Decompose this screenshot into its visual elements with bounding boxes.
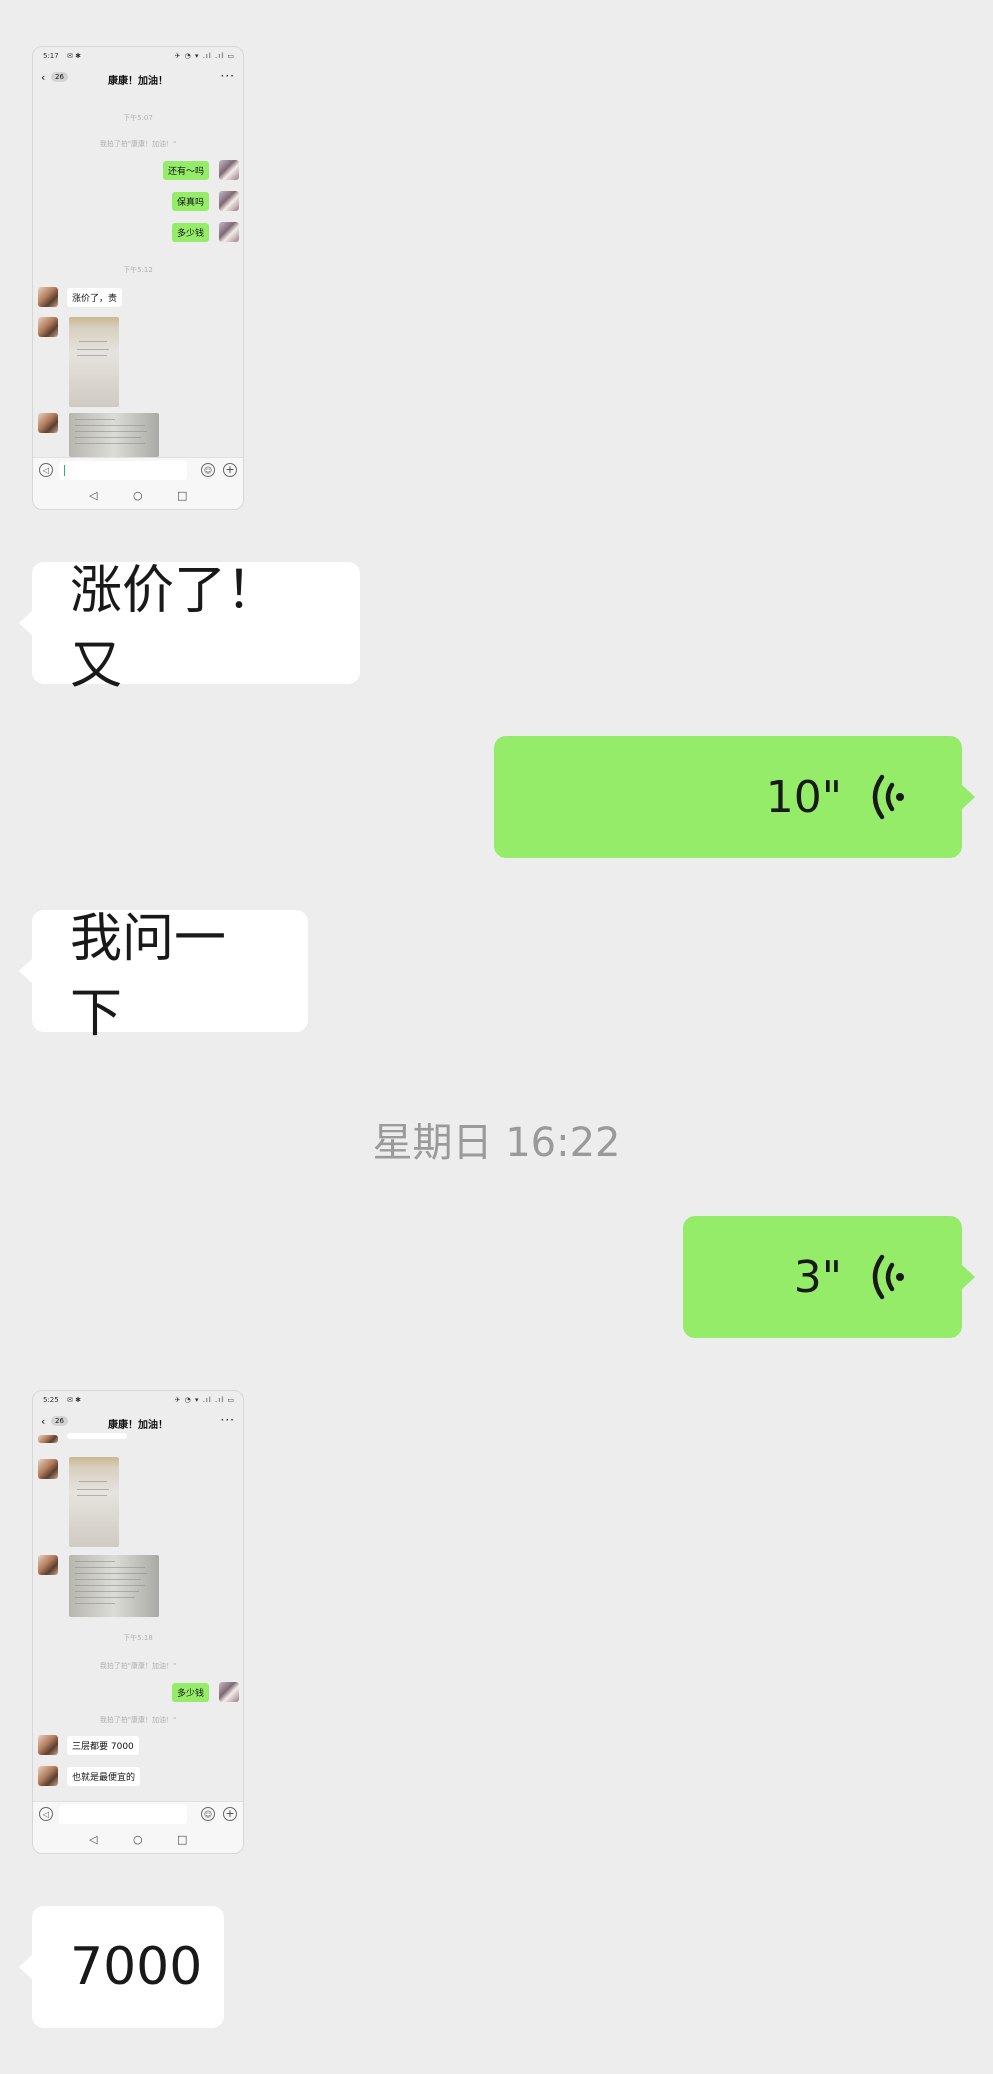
android-nav-bar: ◁ ○ □	[33, 483, 243, 509]
chat-title: 康康！加油！	[108, 76, 168, 87]
avatar	[38, 317, 58, 337]
status-right-icons: ✈ ◔ ▾ .ıl .ıl ▭	[174, 52, 235, 60]
message-text: 我问一下	[70, 909, 227, 1044]
voice-input-icon[interactable]: ◁	[39, 1807, 53, 1821]
photo-thumbnail	[69, 317, 119, 407]
document-photo-thumbnail	[69, 413, 159, 457]
avatar	[219, 160, 239, 180]
more-icon: ···	[220, 69, 235, 83]
avatar	[38, 1435, 58, 1443]
received-text-message[interactable]: 7000	[19, 1906, 224, 2028]
avatar	[219, 1682, 239, 1702]
sent-message: 保真吗	[171, 192, 209, 211]
nav-recents-icon[interactable]: □	[177, 489, 187, 502]
nav-recents-icon[interactable]: □	[177, 1833, 187, 1846]
sent-voice-message[interactable]: 10"	[494, 736, 975, 858]
sent-message: 还有～吗	[162, 161, 209, 180]
status-left-icons: ✉ ✱	[67, 1396, 81, 1404]
status-bar: 5:25 ✉ ✱ ✈ ◔ ▾ .ıl .ıl ▭	[33, 1391, 243, 1407]
voice-duration: 3"	[793, 1251, 842, 1303]
sent-voice-message[interactable]: 3"	[683, 1216, 975, 1338]
nav-back-icon[interactable]: ◁	[89, 489, 97, 502]
android-nav-bar: ◁ ○ □	[33, 1827, 243, 1853]
avatar	[38, 287, 58, 307]
input-bar: ◁ ☺ +	[33, 457, 243, 484]
voice-input-icon[interactable]: ◁	[39, 463, 53, 477]
avatar	[38, 1459, 58, 1479]
nav-home-icon[interactable]: ○	[133, 489, 143, 502]
time-label: 下午5:07	[123, 114, 153, 122]
pat-notice: 我拍了拍"康康！加油！"	[99, 1662, 177, 1670]
chat-screenshot-image-2[interactable]: 5:25 ✉ ✱ ✈ ◔ ▾ .ıl .ıl ▭ ‹ 26 康康！加油！ ···…	[32, 1390, 244, 1854]
sent-message: 多少钱	[171, 223, 209, 242]
plus-icon[interactable]: +	[223, 1807, 237, 1821]
received-message-cut-off	[67, 1433, 127, 1439]
more-icon: ···	[220, 1413, 235, 1427]
chat-header: ‹ 26 康康！加油！ ···	[33, 63, 243, 93]
status-time: 5:17	[43, 52, 59, 60]
message-text: 7000	[70, 1937, 203, 1997]
status-left-icons: ✉ ✱	[67, 52, 81, 60]
status-time: 5:25	[43, 1396, 59, 1404]
message-text: 涨价了！又	[70, 561, 279, 696]
received-text-message[interactable]: 我问一下	[19, 909, 308, 1044]
status-bar: 5:17 ✉ ✱ ✈ ◔ ▾ .ıl .ıl ▭	[33, 47, 243, 63]
received-message: 三层都要 7000	[67, 1736, 139, 1755]
message-input[interactable]	[59, 461, 187, 480]
time-label: 下午5:18	[123, 1634, 153, 1642]
voice-duration: 10"	[765, 771, 842, 823]
emoji-icon[interactable]: ☺	[201, 463, 215, 477]
voice-wave-icon	[872, 774, 904, 820]
nav-back-icon[interactable]: ◁	[89, 1833, 97, 1846]
received-message: 也就是最便宜的	[67, 1767, 141, 1786]
avatar	[219, 191, 239, 211]
photo-thumbnail	[69, 1457, 119, 1547]
pat-notice: 我拍了拍"康康！加油！"	[99, 140, 177, 148]
plus-icon[interactable]: +	[223, 463, 237, 477]
chat-title: 康康！加油！	[108, 1420, 168, 1431]
input-bar: ◁ ☺ +	[33, 1801, 243, 1828]
received-text-message[interactable]: 涨价了！又	[19, 561, 360, 696]
time-label: 下午5:12	[123, 266, 153, 274]
avatar	[38, 1735, 58, 1755]
avatar	[38, 1766, 58, 1786]
document-photo-thumbnail	[69, 1555, 159, 1617]
voice-wave-icon	[872, 1254, 904, 1300]
sent-message: 多少钱	[171, 1683, 209, 1702]
nav-home-icon[interactable]: ○	[133, 1833, 143, 1846]
text-cursor	[64, 465, 65, 476]
pat-notice: 我拍了拍"康康！加油！"	[99, 1716, 177, 1724]
chat-timestamp: 星期日 16:22	[372, 1120, 621, 1166]
emoji-icon[interactable]: ☺	[201, 1807, 215, 1821]
chat-header: ‹ 26 康康！加油！ ···	[33, 1407, 243, 1437]
message-input[interactable]	[59, 1805, 187, 1824]
avatar	[38, 1555, 58, 1575]
chat-screenshot-image-1[interactable]: 5:17 ✉ ✱ ✈ ◔ ▾ .ıl .ıl ▭ ‹ 26 康康！加油！ ···…	[32, 46, 244, 510]
avatar	[38, 413, 58, 433]
received-message: 涨价了，贵	[67, 288, 123, 307]
avatar	[219, 222, 239, 242]
status-right-icons: ✈ ◔ ▾ .ıl .ıl ▭	[174, 1396, 235, 1404]
